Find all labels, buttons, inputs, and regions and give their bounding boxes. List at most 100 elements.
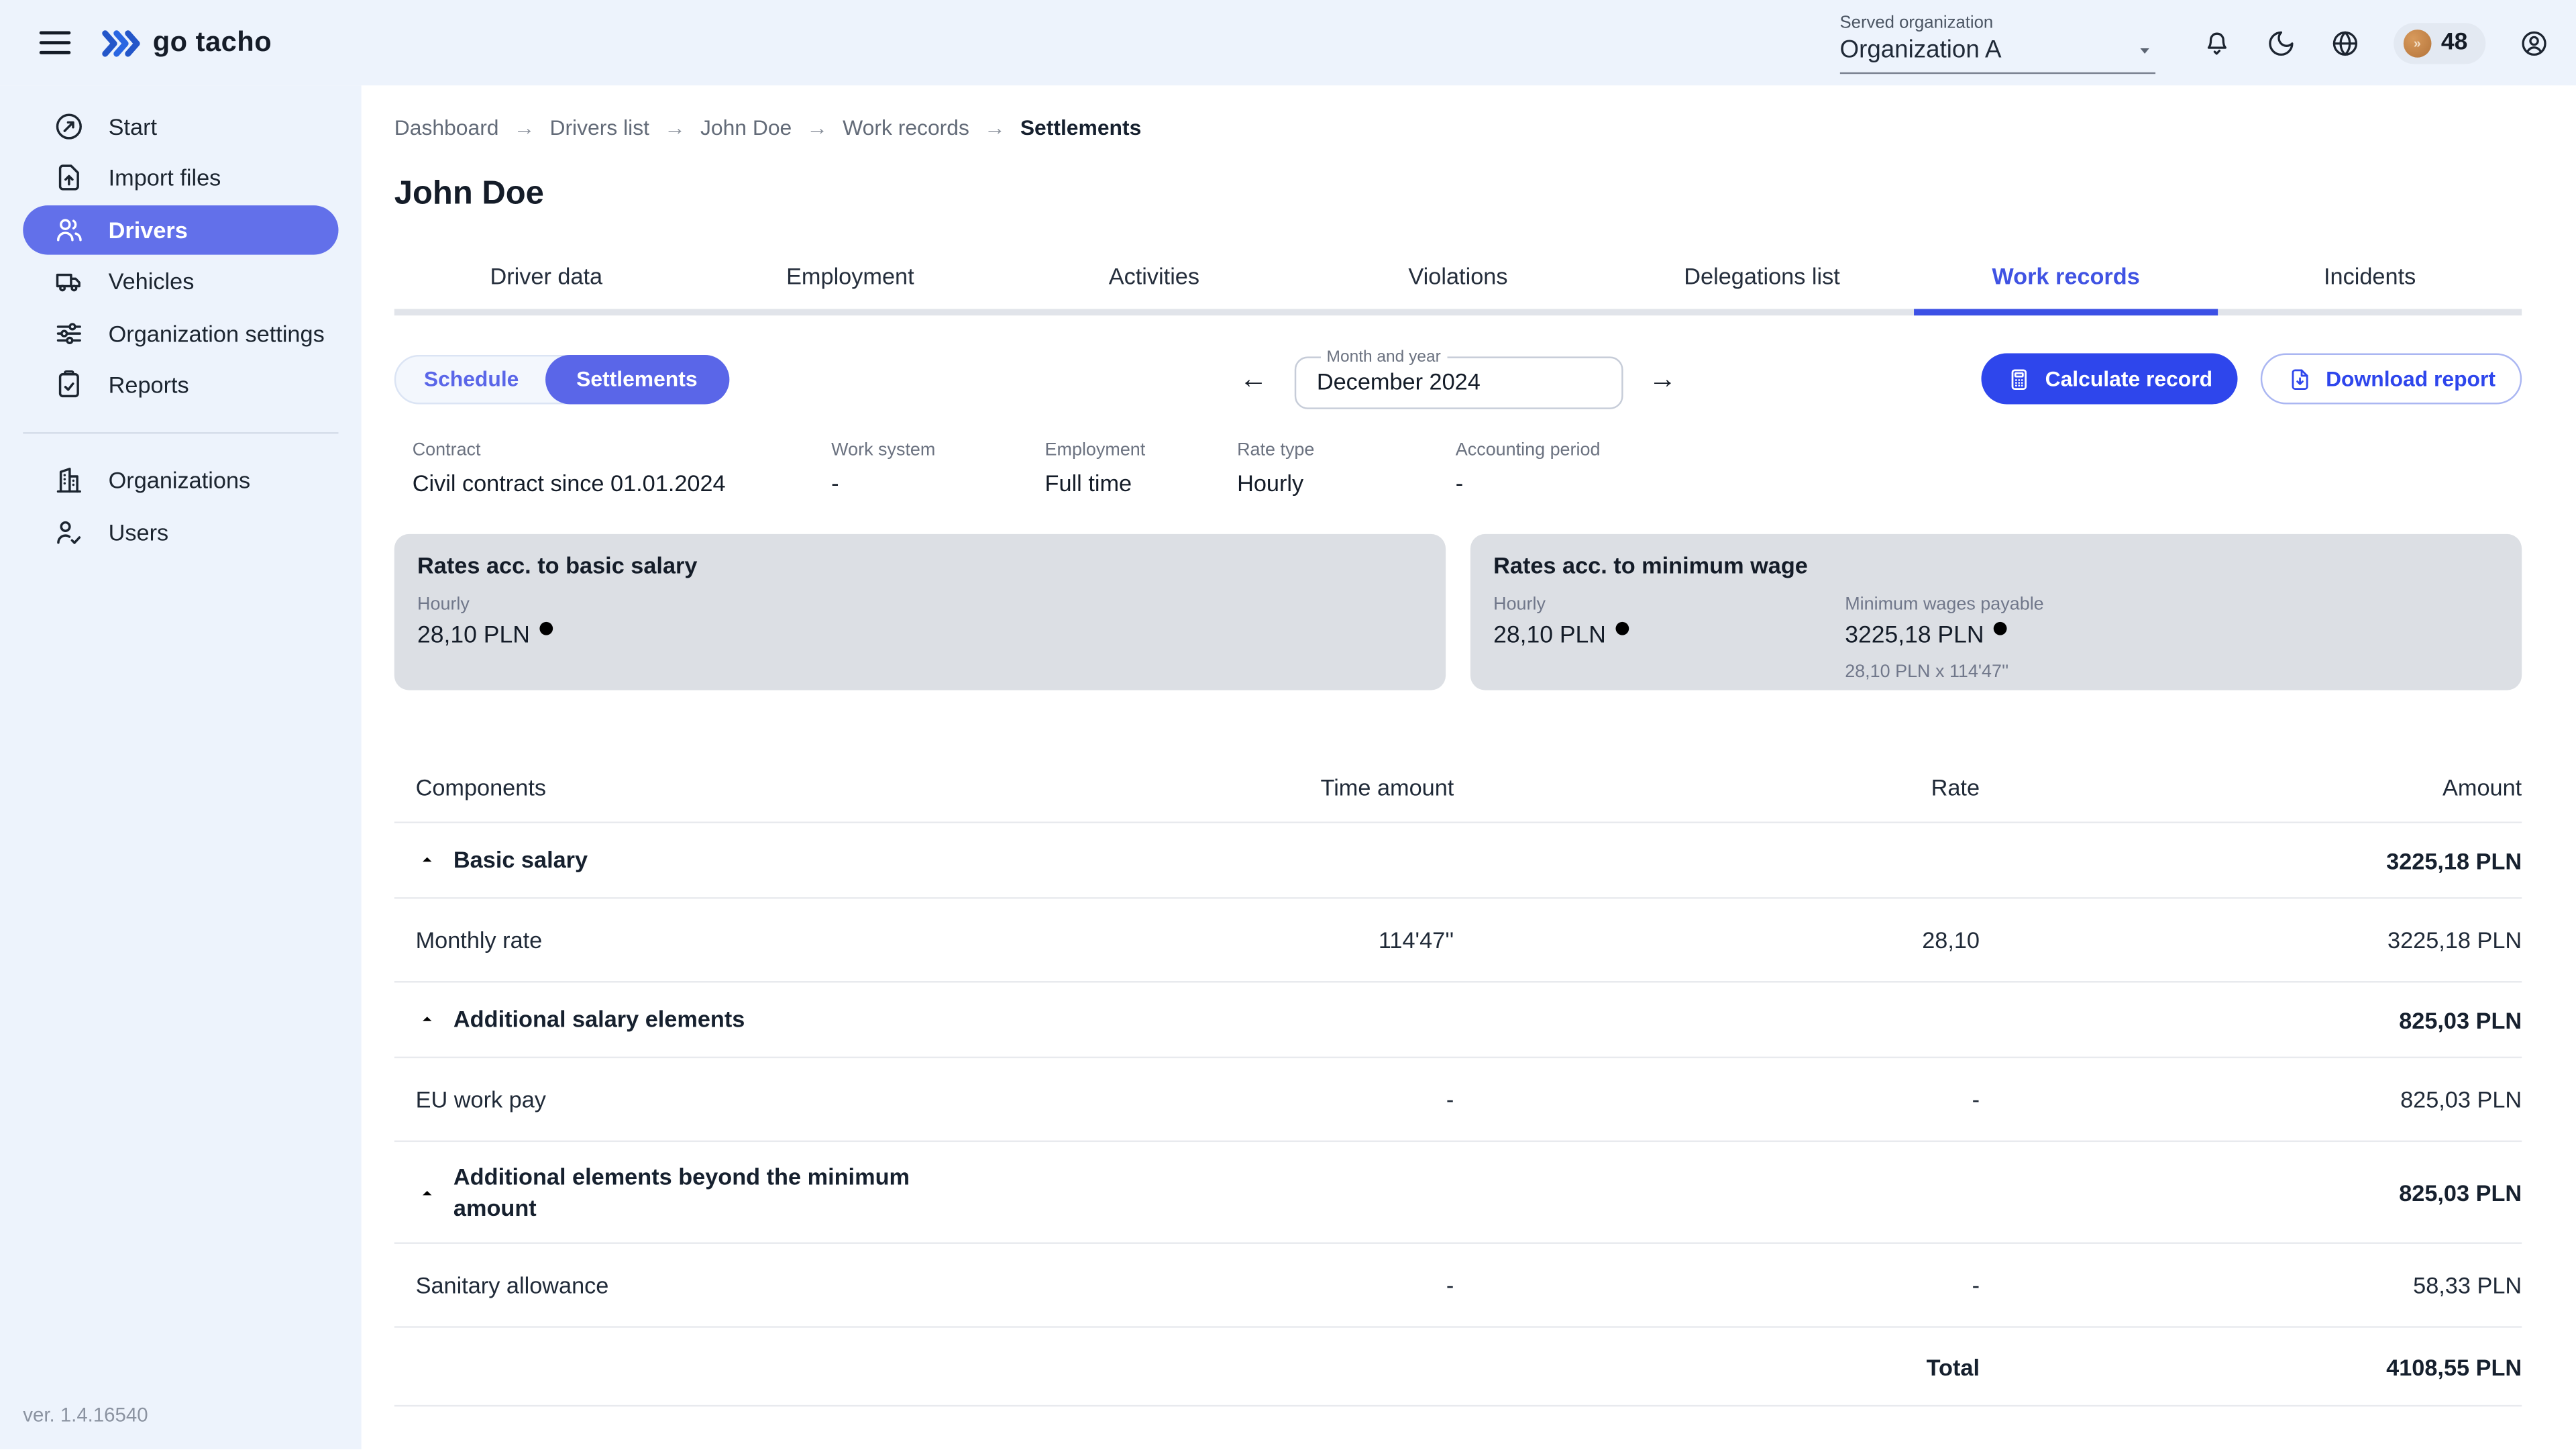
file-download-icon <box>2286 366 2312 392</box>
tab-activities[interactable]: Activities <box>1002 250 1306 309</box>
cell-component: Monthly rate <box>416 927 1126 953</box>
table-row: Monthly rate114'47''28,103225,18 PLN <box>394 899 2522 983</box>
tab-delegations-list[interactable]: Delegations list <box>1610 250 1914 309</box>
month-and-year-field[interactable]: Month and year December 2024 <box>1294 348 1623 409</box>
tab-employment[interactable]: Employment <box>698 250 1002 309</box>
section-label: Additional elements beyond the minimum a… <box>453 1161 947 1223</box>
cell-rate: Total <box>1454 1353 1980 1380</box>
breadcrumb-item[interactable]: John Doe <box>700 115 792 140</box>
top-header: go tacho Served organization Organizatio… <box>0 0 2576 85</box>
calculate-record-button[interactable]: Calculate record <box>1981 354 2237 405</box>
contract-field-employment: Employment Full time <box>1045 440 1238 496</box>
table-row[interactable]: Additional salary elements 825,03 PLN <box>394 982 2522 1058</box>
sidebar-item-label: Organization settings <box>109 319 325 346</box>
breadcrumb-item[interactable]: Work records <box>843 115 969 140</box>
credits-badge[interactable]: » 48 <box>2394 22 2485 63</box>
sidebar-item-drivers[interactable]: Drivers <box>23 205 338 254</box>
info-icon[interactable] <box>537 618 555 636</box>
coin-icon: » <box>2404 29 2432 57</box>
tab-incidents[interactable]: Incidents <box>2218 250 2522 309</box>
contract-field-work-system: Work system- <box>831 440 1044 496</box>
breadcrumb-item[interactable]: Dashboard <box>394 115 499 140</box>
contract-field-label: Employment <box>1045 440 1238 460</box>
column-time-amount: Time amount <box>1126 774 1454 800</box>
building-icon <box>52 464 85 497</box>
table-row[interactable]: Additional elements beyond the minimum a… <box>394 1142 2522 1244</box>
userCheck-icon <box>52 515 85 548</box>
table-row: EU work pay--825,03 PLN <box>394 1058 2522 1142</box>
settlements-toolbar: ScheduleSettlements ← Month and year Dec… <box>394 348 2522 409</box>
sidebar-item-import-files[interactable]: Import files <box>23 153 338 202</box>
collapse-chevron-up-icon[interactable] <box>416 849 439 872</box>
sidebar-item-vehicles[interactable]: Vehicles <box>23 256 338 305</box>
contract-field-value: Full time <box>1045 470 1238 496</box>
sidebar-item-organization-settings[interactable]: Organization settings <box>23 308 338 357</box>
cell-time-amount: 114'47'' <box>1126 927 1454 953</box>
tab-driver-data[interactable]: Driver data <box>394 250 698 309</box>
sidebar-item-reports[interactable]: Reports <box>23 360 338 409</box>
tab-violations[interactable]: Violations <box>1306 250 1610 309</box>
app-logo: go tacho <box>100 26 272 59</box>
rate-card-entry: Minimum wages payable3225,18 PLN28,10 PL… <box>1845 595 2043 682</box>
contract-field-label: Contract <box>413 440 831 460</box>
collapse-chevron-up-icon[interactable] <box>416 1181 439 1204</box>
dark-mode-moon-icon[interactable] <box>2265 27 2297 58</box>
sidebar-item-organizations[interactable]: Organizations <box>23 455 338 504</box>
rate-card-columns: Hourly28,10 PLNMinimum wages payable3225… <box>1493 595 2499 682</box>
organization-select[interactable]: Organization A <box>1840 36 2155 73</box>
breadcrumb-arrow-icon: → <box>514 115 535 140</box>
schedule-settlements-toggle: ScheduleSettlements <box>394 354 729 403</box>
contract-field-value: Hourly <box>1237 470 1456 496</box>
hamburger-menu-icon[interactable] <box>40 32 71 54</box>
page-title: John Doe <box>394 176 2522 213</box>
toggle-option-settlements[interactable]: Settlements <box>545 354 729 403</box>
breadcrumb-arrow-icon: → <box>806 115 828 140</box>
rate-entry-label: Hourly <box>417 595 769 615</box>
cell-amount: 825,03 PLN <box>1980 1006 2522 1033</box>
previous-month-arrow-icon[interactable]: ← <box>1233 359 1274 399</box>
rate-card-entry: Hourly28,10 PLN <box>1493 595 1845 682</box>
contract-field-value: Civil contract since 01.01.2024 <box>413 470 831 496</box>
rate-card-columns: Hourly 28,10 PLN <box>417 595 1423 650</box>
sidebar-item-label: Organizations <box>109 467 251 493</box>
sidebar-item-label: Users <box>109 519 169 545</box>
settlement-table: Components Time amount Rate Amount Basic… <box>394 753 2522 1407</box>
rate-entry-value: 28,10 PLN <box>417 623 769 649</box>
sidebar-item-label: Reports <box>109 371 189 397</box>
table-row-total: Total4108,55 PLN <box>394 1328 2522 1407</box>
app-root: go tacho Served organization Organizatio… <box>0 0 2576 1449</box>
breadcrumb-item[interactable]: Drivers list <box>549 115 649 140</box>
cell-time-amount: - <box>1126 1272 1454 1298</box>
info-icon[interactable] <box>1990 618 2008 636</box>
sidebar-item-label: Drivers <box>109 216 188 242</box>
settlement-table-body: Basic salary3225,18 PLNMonthly rate114'4… <box>394 823 2522 1406</box>
table-row[interactable]: Basic salary3225,18 PLN <box>394 823 2522 899</box>
contract-field-label: Rate type <box>1237 440 1456 460</box>
sidebar-item-start[interactable]: Start <box>23 101 338 150</box>
download-report-button[interactable]: Download report <box>2260 354 2522 405</box>
cell-component: Sanitary allowance <box>416 1272 1126 1298</box>
column-components: Components <box>416 774 1126 800</box>
tab-work-records[interactable]: Work records <box>1914 250 2218 309</box>
breadcrumb-item: Settlements <box>1020 115 1141 140</box>
section-label: Additional salary elements <box>453 1004 745 1035</box>
clipboard-icon <box>52 368 85 401</box>
notifications-bell-icon[interactable] <box>2201 27 2233 58</box>
next-month-arrow-icon[interactable]: → <box>1642 359 1683 399</box>
app-version: ver. 1.4.16540 <box>0 1403 362 1449</box>
truck-icon <box>52 264 85 297</box>
language-globe-icon[interactable] <box>2329 27 2361 58</box>
cell-amount: 3225,18 PLN <box>1980 927 2522 953</box>
sidebar-item-users[interactable]: Users <box>23 507 338 556</box>
download-report-label: Download report <box>2326 366 2496 391</box>
account-avatar-icon[interactable] <box>2518 27 2550 58</box>
rate-card-title: Rates acc. to basic salary <box>417 552 1423 578</box>
info-icon[interactable] <box>1613 618 1631 636</box>
tab-bar: Driver dataEmploymentActivitiesViolation… <box>394 250 2522 315</box>
cell-rate: - <box>1454 1272 1980 1298</box>
cell-time-amount: - <box>1126 1086 1454 1112</box>
collapse-chevron-up-icon[interactable] <box>416 1008 439 1031</box>
header-icons: » 48 <box>2201 22 2550 63</box>
toggle-option-schedule[interactable]: Schedule <box>396 356 547 402</box>
sidebar-item-label: Start <box>109 113 157 139</box>
